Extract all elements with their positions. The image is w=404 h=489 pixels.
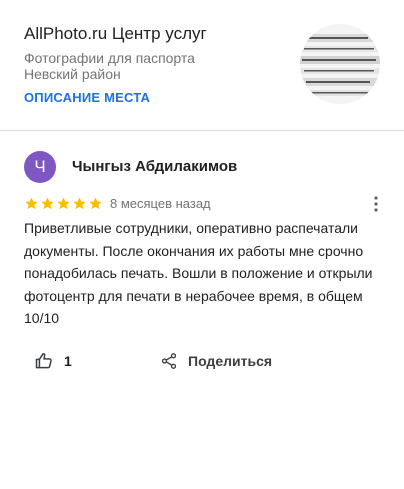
place-photo[interactable] xyxy=(300,24,380,104)
place-header: AllPhoto.ru Центр услуг Фотографии для п… xyxy=(0,0,404,131)
place-description-link[interactable]: ОПИСАНИЕ МЕСТА xyxy=(24,90,150,106)
place-photo-thumbnail xyxy=(300,24,380,104)
star-icon xyxy=(89,197,102,209)
star-icon xyxy=(25,197,38,209)
place-category: Фотографии для паспорта xyxy=(24,50,195,66)
share-button[interactable]: Поделиться xyxy=(160,347,272,375)
place-title[interactable]: AllPhoto.ru Центр услуг xyxy=(24,24,207,44)
review-text: Приветливые сотрудники, оперативно распе… xyxy=(24,220,373,326)
share-icon xyxy=(161,353,177,369)
review-actions: 1 Поделиться xyxy=(0,347,404,375)
like-count: 1 xyxy=(64,353,72,369)
star-icon xyxy=(41,197,54,209)
star-icon xyxy=(57,197,70,209)
reviewer-name[interactable]: Чынгыз Абдилакимов xyxy=(72,158,237,176)
like-button[interactable]: 1 xyxy=(34,347,72,375)
thumb-up-icon xyxy=(35,352,52,369)
review-more-button[interactable] xyxy=(368,194,384,214)
place-district: Невский район xyxy=(24,66,121,82)
share-label: Поделиться xyxy=(188,353,273,369)
reviewer-avatar[interactable]: Ч xyxy=(24,151,56,183)
star-rating xyxy=(24,196,103,212)
more-vert-icon xyxy=(374,196,378,212)
review-date: 8 месяцев назад xyxy=(110,196,211,211)
star-icon xyxy=(73,197,86,209)
